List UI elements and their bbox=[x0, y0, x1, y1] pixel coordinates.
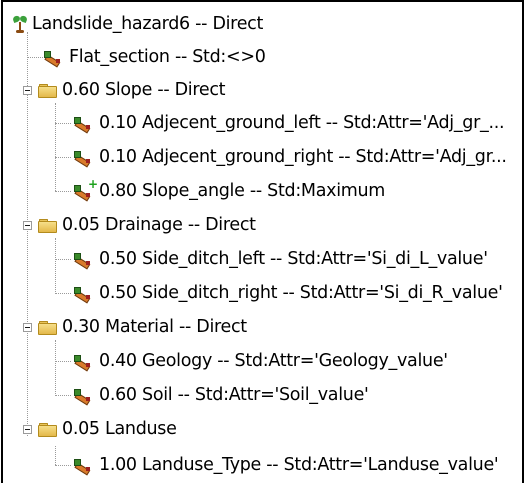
tree-node-drainage[interactable]: 0.05 Drainage -- Direct bbox=[23, 209, 256, 241]
folder-icon bbox=[38, 218, 57, 233]
tree-node-label: Landslide_hazard6 -- Direct bbox=[32, 14, 264, 34]
tree-icon bbox=[12, 14, 28, 33]
tree-line bbox=[55, 361, 71, 362]
tree-node-material[interactable]: 0.30 Material -- Direct bbox=[23, 311, 247, 343]
tree-node-slope-angle[interactable]: + 0.80 Slope_angle -- Std:Maximum bbox=[73, 175, 385, 207]
criterion-plus-icon: + bbox=[73, 178, 98, 202]
tree-node-label: 0.50 Side_ditch_right -- Std:Attr='Si_di… bbox=[99, 283, 503, 303]
criterion-icon bbox=[73, 149, 93, 168]
tree-node-slope[interactable]: 0.60 Slope -- Direct bbox=[23, 74, 226, 106]
tree-line bbox=[55, 191, 71, 192]
criterion-icon bbox=[73, 115, 93, 134]
collapse-icon[interactable] bbox=[23, 322, 32, 332]
criterion-icon bbox=[43, 49, 63, 68]
tree-line bbox=[55, 157, 71, 158]
tree-node-label: 0.05 Landuse bbox=[62, 419, 177, 439]
criterion-icon bbox=[73, 251, 93, 270]
collapse-icon[interactable] bbox=[23, 220, 32, 230]
tree-line bbox=[55, 395, 71, 396]
folder-icon bbox=[38, 83, 57, 98]
tree-node-label: 1.00 Landuse_Type -- Std:Attr='Landuse_v… bbox=[99, 455, 499, 475]
criterion-icon bbox=[73, 285, 93, 304]
tree-line bbox=[55, 123, 71, 124]
tree-node-label: 0.05 Drainage -- Direct bbox=[62, 215, 256, 235]
tree-node-label: 0.40 Geology -- Std:Attr='Geology_value' bbox=[99, 351, 448, 371]
tree-node-label: 0.80 Slope_angle -- Std:Maximum bbox=[99, 181, 386, 201]
tree-node-label: 0.10 Adjecent_ground_left -- Std:Attr='A… bbox=[99, 113, 505, 133]
tree-node-geology[interactable]: 0.40 Geology -- Std:Attr='Geology_value' bbox=[73, 345, 448, 377]
tree-line bbox=[55, 340, 56, 396]
tree-node-label: 0.60 Soil -- Std:Attr='Soil_value' bbox=[99, 385, 369, 405]
tree-node-landuse-type[interactable]: 1.00 Landuse_Type -- Std:Attr='Landuse_v… bbox=[73, 449, 499, 481]
folder-icon bbox=[38, 422, 57, 437]
tree-line bbox=[55, 465, 71, 466]
tree-node-landuse[interactable]: 0.05 Landuse bbox=[23, 413, 177, 445]
tree-node-label: 0.30 Material -- Direct bbox=[62, 317, 247, 337]
folder-icon bbox=[38, 320, 57, 335]
tree-line bbox=[55, 446, 56, 465]
tree-line bbox=[55, 293, 71, 294]
tree-node-side-ditch-right[interactable]: 0.50 Side_ditch_right -- Std:Attr='Si_di… bbox=[73, 277, 503, 309]
criteria-tree: Landslide_hazard6 -- Direct Flat_section… bbox=[3, 2, 522, 483]
tree-line bbox=[55, 259, 71, 260]
tree-node-root[interactable]: Landslide_hazard6 -- Direct bbox=[12, 8, 264, 40]
tree-node-side-ditch-left[interactable]: 0.50 Side_ditch_left -- Std:Attr='Si_di_… bbox=[73, 243, 488, 275]
tree-node-soil[interactable]: 0.60 Soil -- Std:Attr='Soil_value' bbox=[73, 379, 369, 411]
tree-line bbox=[55, 238, 56, 294]
criterion-icon bbox=[73, 387, 93, 406]
tree-node-adjecent-ground-left[interactable]: 0.10 Adjecent_ground_left -- Std:Attr='A… bbox=[73, 107, 505, 139]
tree-node-adjecent-ground-right[interactable]: 0.10 Adjecent_ground_right -- Std:Attr='… bbox=[73, 141, 507, 173]
tree-node-flat-section[interactable]: Flat_section -- Std:<>0 bbox=[43, 41, 266, 73]
tree-node-label: Flat_section -- Std:<>0 bbox=[69, 47, 266, 67]
tree-node-label: 0.60 Slope -- Direct bbox=[62, 80, 226, 100]
criterion-icon bbox=[73, 353, 93, 372]
collapse-icon[interactable] bbox=[23, 424, 32, 434]
tree-line bbox=[27, 57, 43, 58]
tree-node-label: 0.10 Adjecent_ground_right -- Std:Attr='… bbox=[99, 147, 507, 167]
collapse-icon[interactable] bbox=[23, 85, 32, 95]
tree-node-label: 0.50 Side_ditch_left -- Std:Attr='Si_di_… bbox=[99, 249, 488, 269]
criteria-tree-panel: Landslide_hazard6 -- Direct Flat_section… bbox=[1, 0, 524, 483]
criterion-icon bbox=[73, 457, 93, 476]
tree-line bbox=[55, 103, 56, 191]
